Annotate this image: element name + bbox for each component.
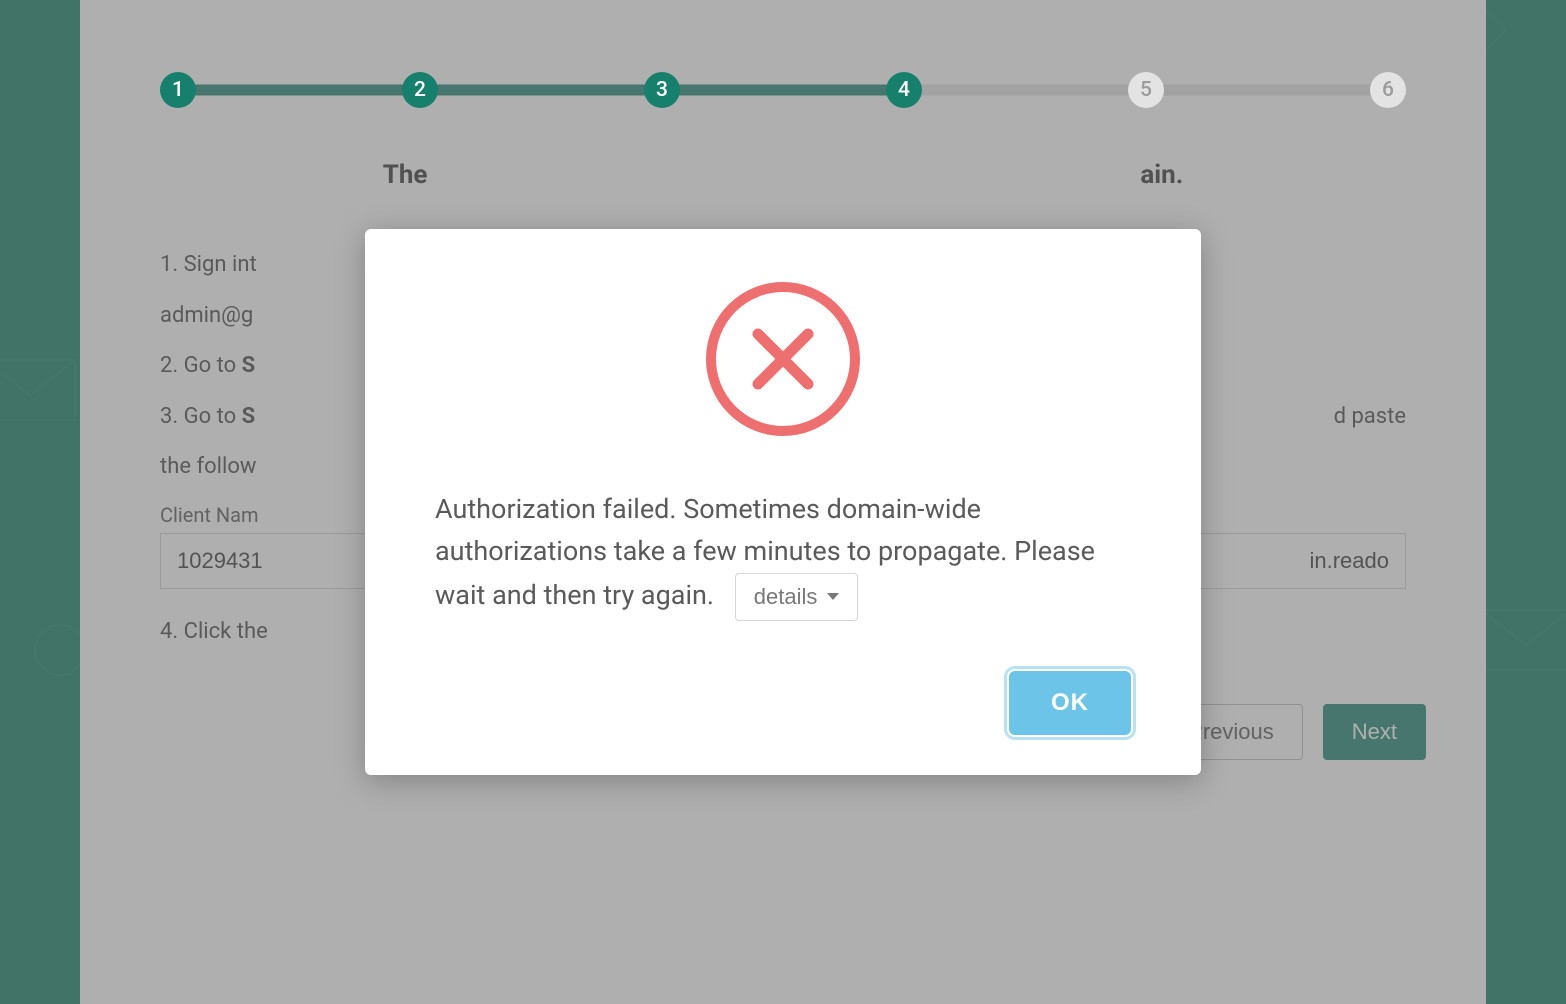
error-modal: Authorization failed. Sometimes domain-w… (365, 229, 1201, 775)
step-6: 6 (1370, 72, 1406, 108)
step-5: 5 (1128, 72, 1164, 108)
chevron-down-icon (827, 593, 839, 600)
ok-button[interactable]: OK (1009, 671, 1131, 735)
step-2[interactable]: 2 (402, 72, 438, 108)
modal-actions: OK (435, 671, 1131, 735)
details-button[interactable]: details (735, 573, 859, 621)
modal-message-row: Authorization failed. Sometimes domain-w… (435, 489, 1131, 621)
step-1[interactable]: 1 (160, 72, 196, 108)
modal-overlay: Authorization failed. Sometimes domain-w… (0, 0, 1566, 1004)
error-icon (435, 279, 1131, 439)
details-label: details (754, 584, 818, 610)
step-4[interactable]: 4 (886, 72, 922, 108)
step-3[interactable]: 3 (644, 72, 680, 108)
